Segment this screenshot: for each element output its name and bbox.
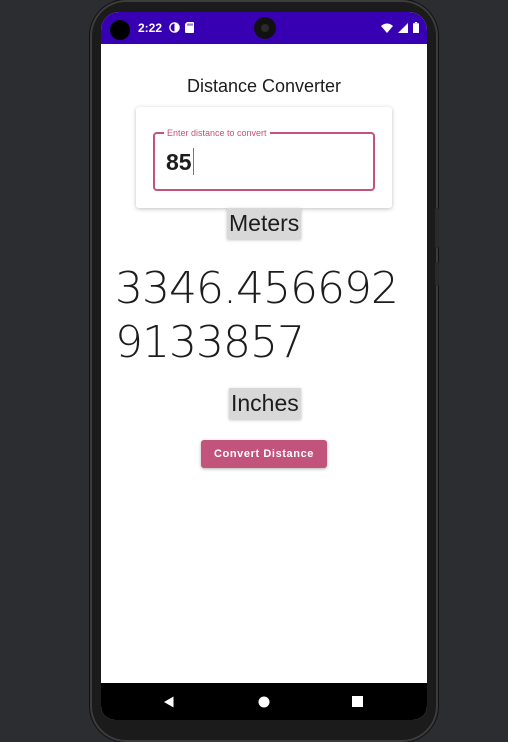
status-notification-icons [169, 22, 194, 33]
app-title: Distance Converter [186, 76, 342, 96]
conversion-result: 3346.4566929133857 [115, 263, 399, 368]
battery-icon [413, 22, 419, 33]
status-time: 2:22 [138, 21, 163, 35]
distance-input-label: Enter distance to convert [164, 127, 270, 139]
signal-icon [398, 22, 408, 33]
distance-input-value: 85 [166, 149, 192, 175]
status-bar: 2:22 [101, 12, 427, 44]
home-icon [258, 696, 270, 707]
volume-button[interactable] [435, 208, 439, 248]
distance-input-text[interactable]: 85 [166, 148, 194, 176]
text-cursor [192, 148, 194, 175]
from-unit-selector[interactable]: Meters [227, 208, 302, 239]
back-icon [164, 696, 174, 707]
power-button[interactable] [435, 262, 439, 286]
recents-icon [351, 696, 363, 707]
nav-back-button[interactable] [149, 683, 189, 720]
navigation-bar [101, 683, 427, 720]
input-card: Enter distance to convert 85 [136, 107, 392, 208]
device-screen: 2:22 Distance Converter Enter distance t… [101, 12, 427, 720]
status-system-icons [381, 22, 419, 33]
front-camera [254, 17, 276, 39]
nav-recents-button[interactable] [337, 683, 377, 720]
front-sensor [110, 20, 130, 40]
distance-input-field[interactable]: Enter distance to convert 85 [153, 127, 375, 191]
to-unit-selector[interactable]: Inches [229, 388, 301, 419]
sd-card-icon [185, 22, 194, 33]
nav-home-button[interactable] [244, 683, 284, 720]
wifi-icon [381, 23, 393, 33]
data-saver-icon [169, 22, 180, 33]
convert-distance-button[interactable]: Convert Distance [201, 440, 327, 468]
